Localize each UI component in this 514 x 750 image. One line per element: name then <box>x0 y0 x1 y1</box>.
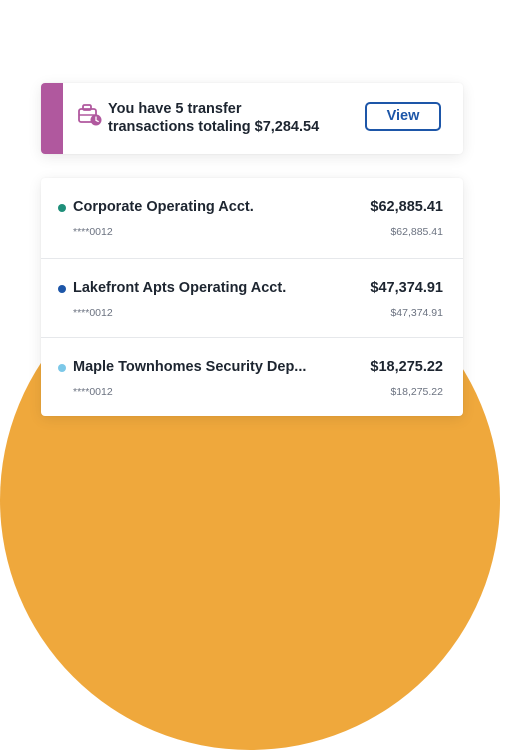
notification-line-1: You have 5 transfer <box>108 101 242 117</box>
account-name: Maple Townhomes Security Dep... <box>73 359 307 375</box>
account-available-balance: $18,275.22 <box>390 386 443 398</box>
account-status-dot <box>58 364 66 372</box>
account-row[interactable]: Lakefront Apts Operating Acct. ****0012 … <box>41 258 463 338</box>
account-masked-number: ****0012 <box>73 307 113 319</box>
account-row[interactable]: Corporate Operating Acct. ****0012 $62,8… <box>41 178 463 257</box>
notification-message: You have 5 transfer transactions totalin… <box>108 100 348 136</box>
account-balance: $47,374.91 <box>370 280 443 296</box>
account-balance: $18,275.22 <box>370 359 443 375</box>
account-row[interactable]: Maple Townhomes Security Dep... ****0012… <box>41 337 463 417</box>
account-balance: $62,885.41 <box>370 199 443 215</box>
briefcase-clock-icon <box>78 104 102 126</box>
account-available-balance: $47,374.91 <box>390 307 443 319</box>
account-available-balance: $62,885.41 <box>390 226 443 238</box>
account-status-dot <box>58 204 66 212</box>
accounts-list: Corporate Operating Acct. ****0012 $62,8… <box>41 178 463 416</box>
notification-accent-bar <box>41 83 63 154</box>
notification-line-2: transactions totaling $7,284.54 <box>108 119 320 135</box>
account-masked-number: ****0012 <box>73 226 113 238</box>
account-name: Corporate Operating Acct. <box>73 199 254 215</box>
account-name: Lakefront Apts Operating Acct. <box>73 280 287 296</box>
account-masked-number: ****0012 <box>73 386 113 398</box>
account-status-dot <box>58 285 66 293</box>
view-button[interactable]: View <box>365 102 441 131</box>
